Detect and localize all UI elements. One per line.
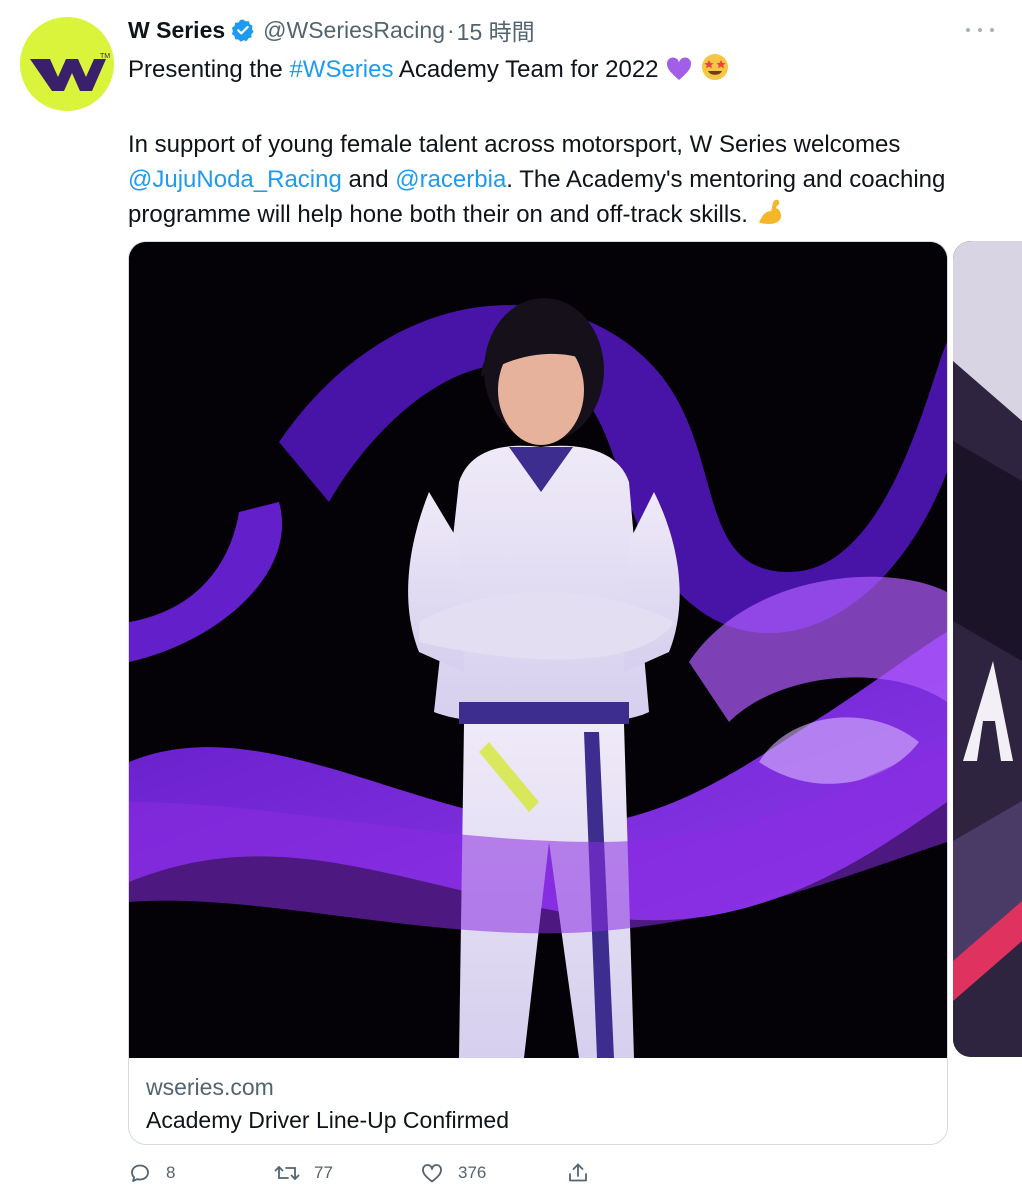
text-segment: Academy Team for 2022 bbox=[393, 56, 659, 83]
card-title: Academy Driver Line-Up Confirmed bbox=[146, 1107, 510, 1133]
retweet-icon bbox=[274, 1166, 300, 1180]
text-segment: In support of young female talent across… bbox=[128, 131, 901, 158]
reply-count: 8 bbox=[166, 1163, 176, 1182]
star-struck-icon bbox=[700, 52, 730, 92]
author-handle[interactable]: @WSeriesRacing bbox=[263, 17, 445, 44]
hashtag-link[interactable]: #WSeries bbox=[289, 56, 393, 83]
link-card[interactable]: wseries.com Academy Driver Line-Up Confi… bbox=[128, 241, 948, 1145]
tweet-text: Presenting the #WSeries Academy Team for… bbox=[128, 52, 1008, 237]
tweet-line-1: Presenting the #WSeries Academy Team for… bbox=[128, 52, 1008, 92]
reply-icon bbox=[131, 1164, 149, 1182]
svg-text:TM: TM bbox=[100, 53, 110, 60]
retweet-count: 77 bbox=[314, 1163, 333, 1182]
next-photo-illustration bbox=[953, 241, 1022, 1057]
text-segment: Presenting the bbox=[128, 56, 290, 83]
tweet[interactable]: TM W Series @WSeriesRacing · 15 時間 Prese… bbox=[0, 0, 1022, 1200]
mention-link-2[interactable]: @racerbia bbox=[395, 166, 506, 193]
flexed-biceps-icon bbox=[755, 197, 785, 237]
like-count: 376 bbox=[458, 1163, 487, 1182]
like-button[interactable]: 376 bbox=[420, 1156, 486, 1190]
reply-button[interactable]: 8 bbox=[128, 1156, 175, 1190]
tweet-paragraph-2: In support of young female talent across… bbox=[128, 127, 1008, 237]
driver-photo-illustration bbox=[129, 242, 947, 1058]
card-domain: wseries.com bbox=[146, 1074, 274, 1100]
next-image-peek[interactable] bbox=[953, 241, 1022, 1057]
verified-badge-icon bbox=[231, 18, 255, 42]
share-button[interactable] bbox=[566, 1156, 604, 1190]
more-options-icon[interactable] bbox=[966, 20, 994, 40]
retweet-button[interactable]: 77 bbox=[274, 1156, 333, 1190]
card-meta: wseries.com Academy Driver Line-Up Confi… bbox=[146, 1072, 926, 1136]
share-icon bbox=[569, 1163, 587, 1182]
card-photo[interactable] bbox=[129, 242, 947, 1058]
tweet-header: W Series @WSeriesRacing · 15 時間 bbox=[128, 14, 535, 46]
separator: · bbox=[447, 16, 455, 43]
heart-icon bbox=[422, 1164, 442, 1183]
author-name[interactable]: W Series bbox=[128, 17, 225, 44]
action-bar: 8 77 376 bbox=[128, 1156, 608, 1190]
w-series-logo-icon: TM bbox=[30, 53, 110, 91]
mention-link-1[interactable]: @JujuNoda_Racing bbox=[128, 166, 342, 193]
text-segment: and bbox=[341, 166, 396, 193]
purple-heart-icon bbox=[665, 56, 693, 92]
timestamp[interactable]: 15 時間 bbox=[457, 13, 535, 47]
avatar[interactable]: TM bbox=[20, 17, 114, 111]
